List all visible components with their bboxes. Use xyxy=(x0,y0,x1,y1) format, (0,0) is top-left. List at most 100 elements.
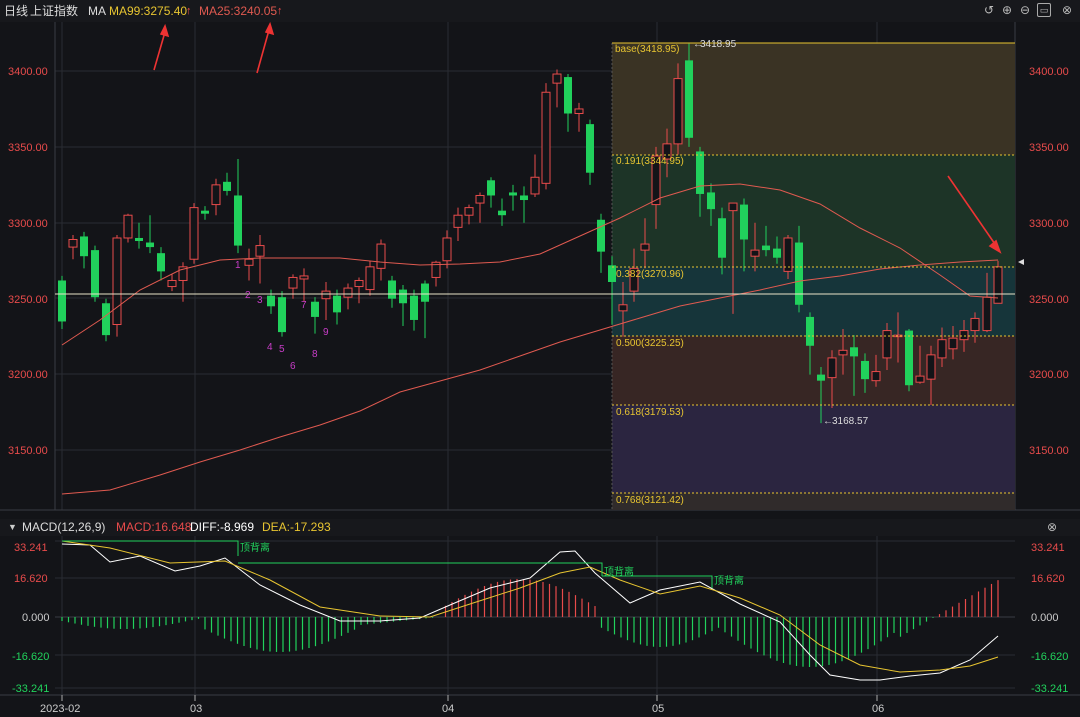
macd-tick: 16.620 xyxy=(1031,573,1065,585)
candle xyxy=(464,207,474,216)
candle xyxy=(740,204,748,240)
wave-label: 5 xyxy=(279,344,285,355)
date-tick: 03 xyxy=(190,703,202,715)
candle xyxy=(343,287,353,298)
macd-tick: 0.000 xyxy=(22,612,50,624)
candle xyxy=(167,279,177,288)
candle xyxy=(915,375,925,383)
candle xyxy=(376,243,386,269)
candle xyxy=(255,245,265,257)
candle xyxy=(718,218,726,258)
candle xyxy=(442,237,452,262)
candle xyxy=(882,330,892,359)
candle xyxy=(982,296,992,332)
candle xyxy=(421,283,429,302)
candle xyxy=(685,60,693,138)
price-tick: 3250.00 xyxy=(8,294,48,306)
kline-chart[interactable]: 3400.00 3350.00 3300.00 3250.00 3200.00 … xyxy=(0,0,1080,717)
candle xyxy=(365,266,375,291)
price-tick: 3150.00 xyxy=(1029,445,1069,457)
price-tick: 3350.00 xyxy=(1029,142,1069,154)
candle xyxy=(608,265,616,283)
macd-header: ▼ MACD(12,26,9) MACD:16.648 DIFF:-8.969 … xyxy=(0,519,1080,536)
candle xyxy=(498,210,506,216)
svg-text:←: ← xyxy=(693,39,703,50)
macd-tick: 33.241 xyxy=(14,542,48,554)
macd-tick: -16.620 xyxy=(12,651,49,663)
candle xyxy=(80,236,88,257)
candle xyxy=(475,194,485,204)
candle xyxy=(586,124,594,173)
wave-label: 4 xyxy=(267,342,273,353)
candle xyxy=(146,242,154,248)
candle xyxy=(388,280,396,299)
candle xyxy=(487,180,495,196)
candle xyxy=(410,295,418,320)
candle xyxy=(861,360,869,380)
diff-value: DIFF:-8.969 xyxy=(190,520,255,534)
fib-0191-label: 0.191(3344.95) xyxy=(616,156,684,167)
price-tick: 3300.00 xyxy=(8,218,48,230)
candle xyxy=(321,290,331,300)
divergence-label: 顶背离 xyxy=(714,574,744,587)
macd-tick: 0.000 xyxy=(1031,612,1059,624)
svg-text:←: ← xyxy=(823,416,833,427)
candle xyxy=(597,219,605,252)
price-axis-right: 3400.00 3350.00 3300.00 3250.00 3200.00 … xyxy=(1029,66,1069,457)
candle xyxy=(871,371,881,382)
macd-histogram xyxy=(61,579,999,667)
candle xyxy=(905,330,913,386)
candle xyxy=(552,73,562,84)
candle xyxy=(135,237,143,242)
macd-tick: 16.620 xyxy=(14,573,48,585)
price-tick: 3350.00 xyxy=(8,142,48,154)
price-tick: 3200.00 xyxy=(1029,369,1069,381)
candle xyxy=(399,289,407,304)
candle xyxy=(234,195,242,246)
date-tick: 06 xyxy=(872,703,884,715)
candle xyxy=(970,317,980,332)
price-tick: 3400.00 xyxy=(8,66,48,78)
candle xyxy=(267,295,275,307)
candle xyxy=(354,279,364,288)
candle xyxy=(530,176,540,195)
fib-0618-label: 0.618(3179.53) xyxy=(616,407,684,418)
candle xyxy=(453,214,463,228)
candle xyxy=(850,347,858,357)
candle xyxy=(762,245,770,251)
price-tick: 3300.00 xyxy=(1029,218,1069,230)
candle xyxy=(520,195,528,201)
fib-low-mark: 3168.57 xyxy=(832,416,869,427)
candle xyxy=(288,276,298,289)
candle xyxy=(201,210,209,214)
collapse-icon[interactable]: ▼ xyxy=(8,519,17,536)
candle xyxy=(817,374,825,381)
fib-0382-label: 0.382(3270.96) xyxy=(616,269,684,280)
dea-value: DEA:-17.293 xyxy=(262,520,331,534)
candle xyxy=(333,295,341,313)
candle xyxy=(750,249,760,257)
wave-label: 3 xyxy=(257,295,263,306)
date-axis: 2023-02 03 04 05 06 xyxy=(40,695,884,715)
candle xyxy=(223,181,231,191)
candle xyxy=(211,184,221,206)
candle xyxy=(806,316,814,346)
candle xyxy=(244,258,254,266)
candle xyxy=(673,78,683,145)
macd-tick: 33.241 xyxy=(1031,542,1065,554)
candle xyxy=(728,202,738,212)
candle xyxy=(541,91,551,184)
wave-label: 6 xyxy=(290,361,296,372)
macd-value: MACD:16.648 xyxy=(116,520,192,534)
price-tick: 3200.00 xyxy=(8,369,48,381)
candle xyxy=(123,214,133,239)
macd-axis-right: 33.241 16.620 0.000 -16.620 -33.241 xyxy=(1031,542,1068,695)
macd-axis-left: 33.241 16.620 0.000 -16.620 -33.241 xyxy=(12,542,50,695)
price-tick: 3400.00 xyxy=(1029,66,1069,78)
divergence-label: 顶背离 xyxy=(604,565,634,578)
candle xyxy=(102,303,110,336)
wave-label: 9 xyxy=(323,327,329,338)
close-icon[interactable]: ⊗ xyxy=(1047,519,1057,536)
candle xyxy=(948,337,958,350)
candle xyxy=(959,330,969,341)
